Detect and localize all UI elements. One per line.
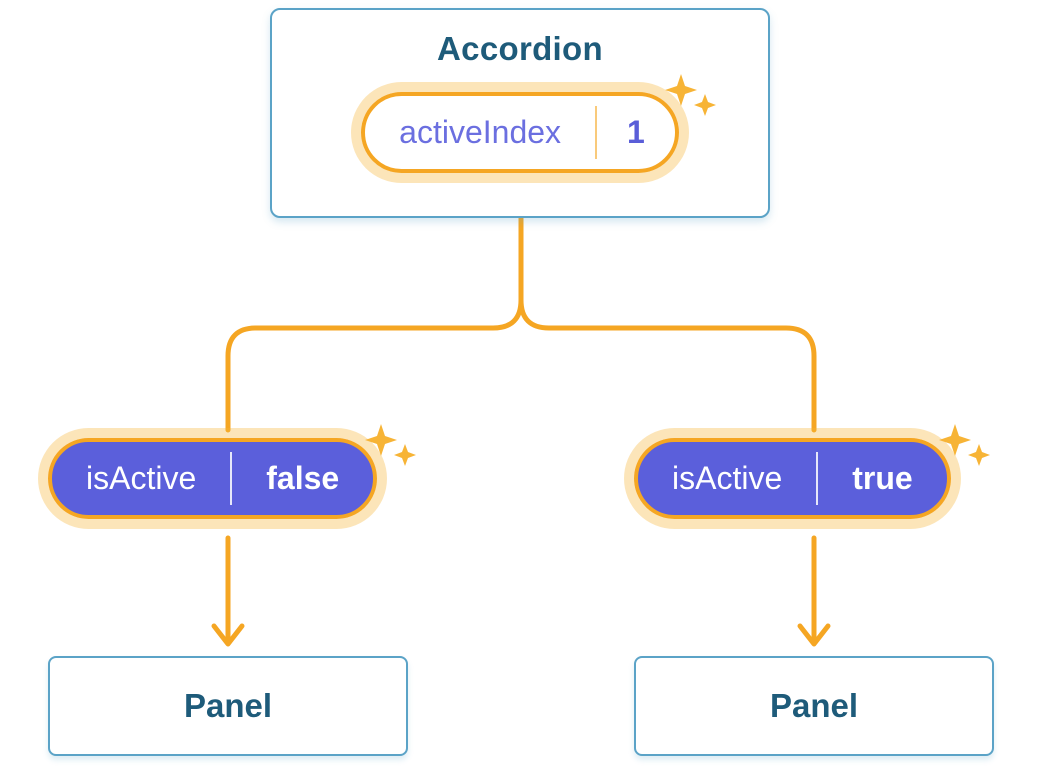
prop-value: false — [232, 442, 373, 515]
accordion-state-pill: activeIndex 1 — [361, 92, 679, 173]
sparkle-icon — [935, 418, 995, 478]
prop-key: isActive — [52, 442, 230, 515]
accordion-component-box: Accordion activeIndex 1 — [270, 8, 770, 218]
accordion-title: Accordion — [437, 30, 603, 68]
sparkle-icon — [661, 68, 721, 128]
child-prop-pill-right: isActive true — [634, 438, 951, 519]
panel-box-right: Panel — [634, 656, 994, 756]
child-prop-pill-left: isActive false — [48, 438, 377, 519]
panel-label: Panel — [184, 687, 272, 725]
sparkle-icon — [361, 418, 421, 478]
diagram-canvas: Accordion activeIndex 1 isActive false — [0, 0, 1042, 770]
prop-key: isActive — [638, 442, 816, 515]
panel-box-left: Panel — [48, 656, 408, 756]
panel-label: Panel — [770, 687, 858, 725]
prop-value: true — [818, 442, 946, 515]
state-key: activeIndex — [365, 96, 595, 169]
